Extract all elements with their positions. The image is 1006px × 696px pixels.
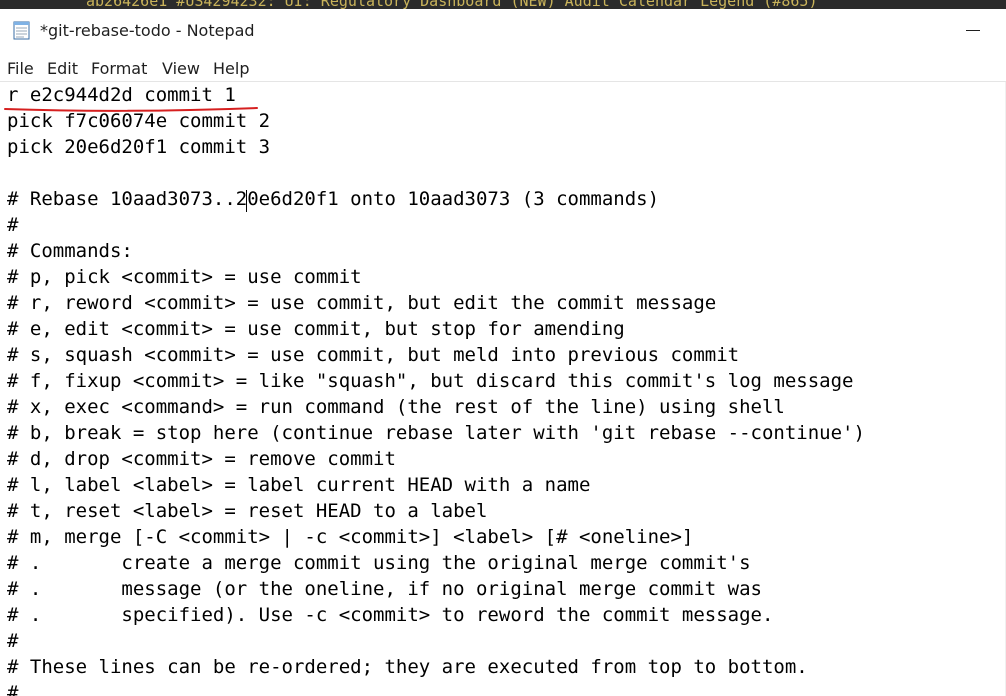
editor-line: # . specified). Use -c <commit> to rewor… <box>7 604 774 626</box>
background-window-text: ab26426e1 #US4294232: UI: Regulatory Das… <box>86 0 818 9</box>
editor-line: # . create a merge commit using the orig… <box>7 552 751 574</box>
editor-line: # . message (or the oneline, if no origi… <box>7 578 762 600</box>
menu-file[interactable]: File <box>7 59 34 78</box>
editor-line: # Commands: <box>7 240 133 262</box>
text-cursor <box>246 190 247 212</box>
notepad-icon <box>13 21 30 40</box>
red-underline-annotation <box>4 107 258 112</box>
editor-line: # f, fixup <commit> = like "squash", but… <box>7 370 854 392</box>
editor-line: # These lines can be re-ordered; they ar… <box>7 656 808 678</box>
editor-line: # x, exec <command> = run command (the r… <box>7 396 785 418</box>
editor-line: # <box>7 682 19 696</box>
editor-line: # m, merge [-C <commit> | -c <commit>] <… <box>7 526 694 548</box>
editor-line: # r, reword <commit> = use commit, but e… <box>7 292 717 314</box>
editor-line: pick 20e6d20f1 commit 3 <box>7 136 271 158</box>
editor-line: # Rebase 10aad3073..20e6d20f1 onto 10aad… <box>7 188 660 210</box>
editor-line: # <box>7 630 19 652</box>
menu-view[interactable]: View <box>162 59 200 78</box>
window-title: *git-rebase-todo - Notepad <box>40 21 255 40</box>
editor-line: # d, drop <commit> = remove commit <box>7 448 396 470</box>
menu-bar: File Edit Format View Help <box>0 55 1006 82</box>
editor-line: # t, reset <label> = reset HEAD to a lab… <box>7 500 488 522</box>
menu-edit[interactable]: Edit <box>47 59 78 78</box>
title-bar: *git-rebase-todo - Notepad <box>0 9 1006 55</box>
editor-line: # <box>7 214 19 236</box>
editor-line: r e2c944d2d commit 1 <box>7 84 236 106</box>
minimize-icon <box>966 30 980 31</box>
editor-line: # b, break = stop here (continue rebase … <box>7 422 865 444</box>
minimize-button[interactable] <box>948 9 998 51</box>
menu-help[interactable]: Help <box>213 59 249 78</box>
editor-line: # l, label <label> = label current HEAD … <box>7 474 591 496</box>
editor-line: # s, squash <commit> = use commit, but m… <box>7 344 740 366</box>
background-window-strip: ab26426e1 #US4294232: UI: Regulatory Das… <box>0 0 1006 9</box>
menu-format[interactable]: Format <box>91 59 147 78</box>
editor-line: # p, pick <commit> = use commit <box>7 266 362 288</box>
editor-line: # e, edit <commit> = use commit, but sto… <box>7 318 625 340</box>
text-editor-area[interactable]: r e2c944d2d commit 1 pick f7c06074e comm… <box>0 82 1006 696</box>
